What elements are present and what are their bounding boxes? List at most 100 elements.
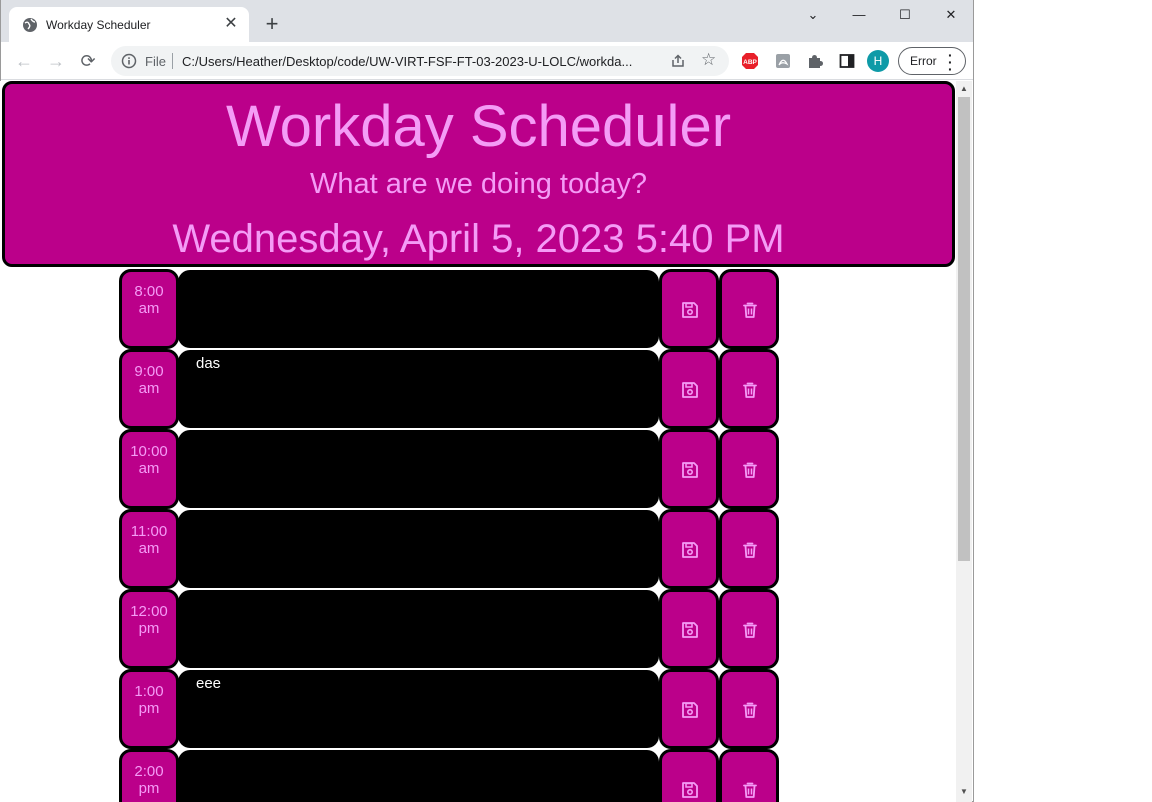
trash-icon <box>743 542 757 558</box>
time-block-list: 8:00 am 9:00 am das 10:00 am 11:00 am 12:00 pm 1:00… <box>119 269 781 802</box>
hour-time: 10:00 <box>130 443 168 460</box>
hour-ampm: am <box>138 380 160 397</box>
event-description-textarea[interactable] <box>178 270 659 348</box>
event-description-textarea[interactable]: eee <box>178 670 659 748</box>
hour-ampm: pm <box>138 780 160 797</box>
scrollbar-thumb[interactable] <box>958 97 970 561</box>
tab-workday-scheduler[interactable]: Workday Scheduler ✕ <box>9 7 249 42</box>
time-block-row: 11:00 am <box>119 509 781 589</box>
trash-icon <box>743 702 757 718</box>
tab-search-icon[interactable]: ⌄ <box>790 4 836 28</box>
time-block-row: 2:00 pm <box>119 749 781 802</box>
current-day: Wednesday, April 5, 2023 5:40 PM <box>172 217 785 261</box>
hour-time: 9:00 <box>134 363 164 380</box>
trash-icon <box>743 622 757 638</box>
delete-button[interactable] <box>719 509 779 589</box>
save-button[interactable] <box>659 349 719 429</box>
save-button[interactable] <box>659 429 719 509</box>
delete-button[interactable] <box>719 589 779 669</box>
menu-dots-icon[interactable]: · · · <box>948 48 953 76</box>
hour-label: 12:00 pm <box>119 589 179 669</box>
page-subtitle: What are we doing today? <box>310 168 647 200</box>
url-text[interactable]: C:/Users/Heather/Desktop/code/UW-VIRT-FS… <box>182 54 632 69</box>
delete-button[interactable] <box>719 269 779 349</box>
profile-avatar[interactable]: H <box>867 50 889 72</box>
hour-label: 2:00 pm <box>119 749 179 802</box>
browser-toolbar: ← → ⟳ File C:/Users/Heather/Desktop/code… <box>1 42 973 80</box>
hour-time: 2:00 <box>134 763 164 780</box>
floppy-disk-icon <box>682 462 698 478</box>
save-button[interactable] <box>659 269 719 349</box>
hour-label: 1:00 pm <box>119 669 179 749</box>
save-button[interactable] <box>659 669 719 749</box>
floppy-disk-icon <box>682 702 698 718</box>
scroll-up-arrow-icon[interactable]: ▲ <box>960 84 968 93</box>
close-window-button[interactable]: ✕ <box>928 4 973 28</box>
hour-time: 1:00 <box>134 683 164 700</box>
floppy-disk-icon <box>682 382 698 398</box>
pdf-extension-icon[interactable] <box>774 52 792 70</box>
event-description-textarea[interactable] <box>178 430 659 508</box>
save-button[interactable] <box>659 509 719 589</box>
delete-button[interactable] <box>719 749 779 802</box>
error-label: Error <box>910 54 937 68</box>
page-viewport: Workday Scheduler What are we doing toda… <box>0 81 956 802</box>
trash-icon <box>743 462 757 478</box>
share-icon[interactable] <box>670 53 686 69</box>
maximize-button[interactable]: ☐ <box>882 4 928 28</box>
delete-button[interactable] <box>719 429 779 509</box>
tab-strip: Workday Scheduler ✕ + ⌄ — ☐ ✕ <box>1 0 973 42</box>
side-panel-icon[interactable] <box>838 52 856 70</box>
save-button[interactable] <box>659 749 719 802</box>
url-divider <box>172 53 173 69</box>
hour-ampm: am <box>138 540 160 557</box>
floppy-disk-icon <box>682 622 698 638</box>
hour-ampm: pm <box>138 620 160 637</box>
hour-label: 9:00 am <box>119 349 179 429</box>
time-block-row: 10:00 am <box>119 429 781 509</box>
bookmark-star-icon[interactable]: ☆ <box>701 50 716 70</box>
globe-icon <box>23 18 37 32</box>
save-button[interactable] <box>659 589 719 669</box>
adblock-plus-icon[interactable]: ABP <box>741 52 759 70</box>
trash-icon <box>743 382 757 398</box>
hour-ampm: pm <box>138 700 160 717</box>
hour-label: 11:00 am <box>119 509 179 589</box>
floppy-disk-icon <box>682 302 698 318</box>
scroll-down-arrow-icon[interactable]: ▼ <box>960 787 968 796</box>
tab-close-icon[interactable]: ✕ <box>221 14 241 34</box>
page-title: Workday Scheduler <box>225 94 732 159</box>
time-block-row: 8:00 am <box>119 269 781 349</box>
floppy-disk-icon <box>682 782 698 798</box>
event-description-textarea[interactable]: das <box>178 350 659 428</box>
time-block-row: 1:00 pm eee <box>119 669 781 749</box>
event-description-textarea[interactable] <box>178 510 659 588</box>
event-description-textarea[interactable] <box>178 750 659 802</box>
info-icon[interactable] <box>121 53 137 69</box>
trash-icon <box>743 302 757 318</box>
hour-time: 12:00 <box>130 603 168 620</box>
hour-time: 11:00 <box>130 523 168 540</box>
back-arrow-icon[interactable]: ← <box>11 48 37 74</box>
scrollbar[interactable]: ▲ ▼ <box>956 81 972 802</box>
hour-ampm: am <box>138 300 160 317</box>
tab-title: Workday Scheduler <box>46 18 151 32</box>
forward-arrow-icon[interactable]: → <box>43 48 69 74</box>
adblock-label: ABP <box>743 59 757 66</box>
delete-button[interactable] <box>719 669 779 749</box>
hour-label: 8:00 am <box>119 269 179 349</box>
new-tab-button[interactable]: + <box>260 13 284 37</box>
delete-button[interactable] <box>719 349 779 429</box>
reload-icon[interactable]: ⟳ <box>75 48 101 74</box>
extensions-puzzle-icon[interactable] <box>806 52 824 70</box>
time-block-row: 12:00 pm <box>119 589 781 669</box>
address-bar[interactable]: File C:/Users/Heather/Desktop/code/UW-VI… <box>111 46 729 76</box>
floppy-disk-icon <box>682 542 698 558</box>
error-button[interactable]: Error · · · <box>898 47 966 76</box>
event-description-textarea[interactable] <box>178 590 659 668</box>
hour-ampm: am <box>138 460 160 477</box>
time-block-row: 9:00 am das <box>119 349 781 429</box>
minimize-button[interactable]: — <box>836 4 882 28</box>
hour-time: 8:00 <box>134 283 164 300</box>
trash-icon <box>743 782 757 798</box>
